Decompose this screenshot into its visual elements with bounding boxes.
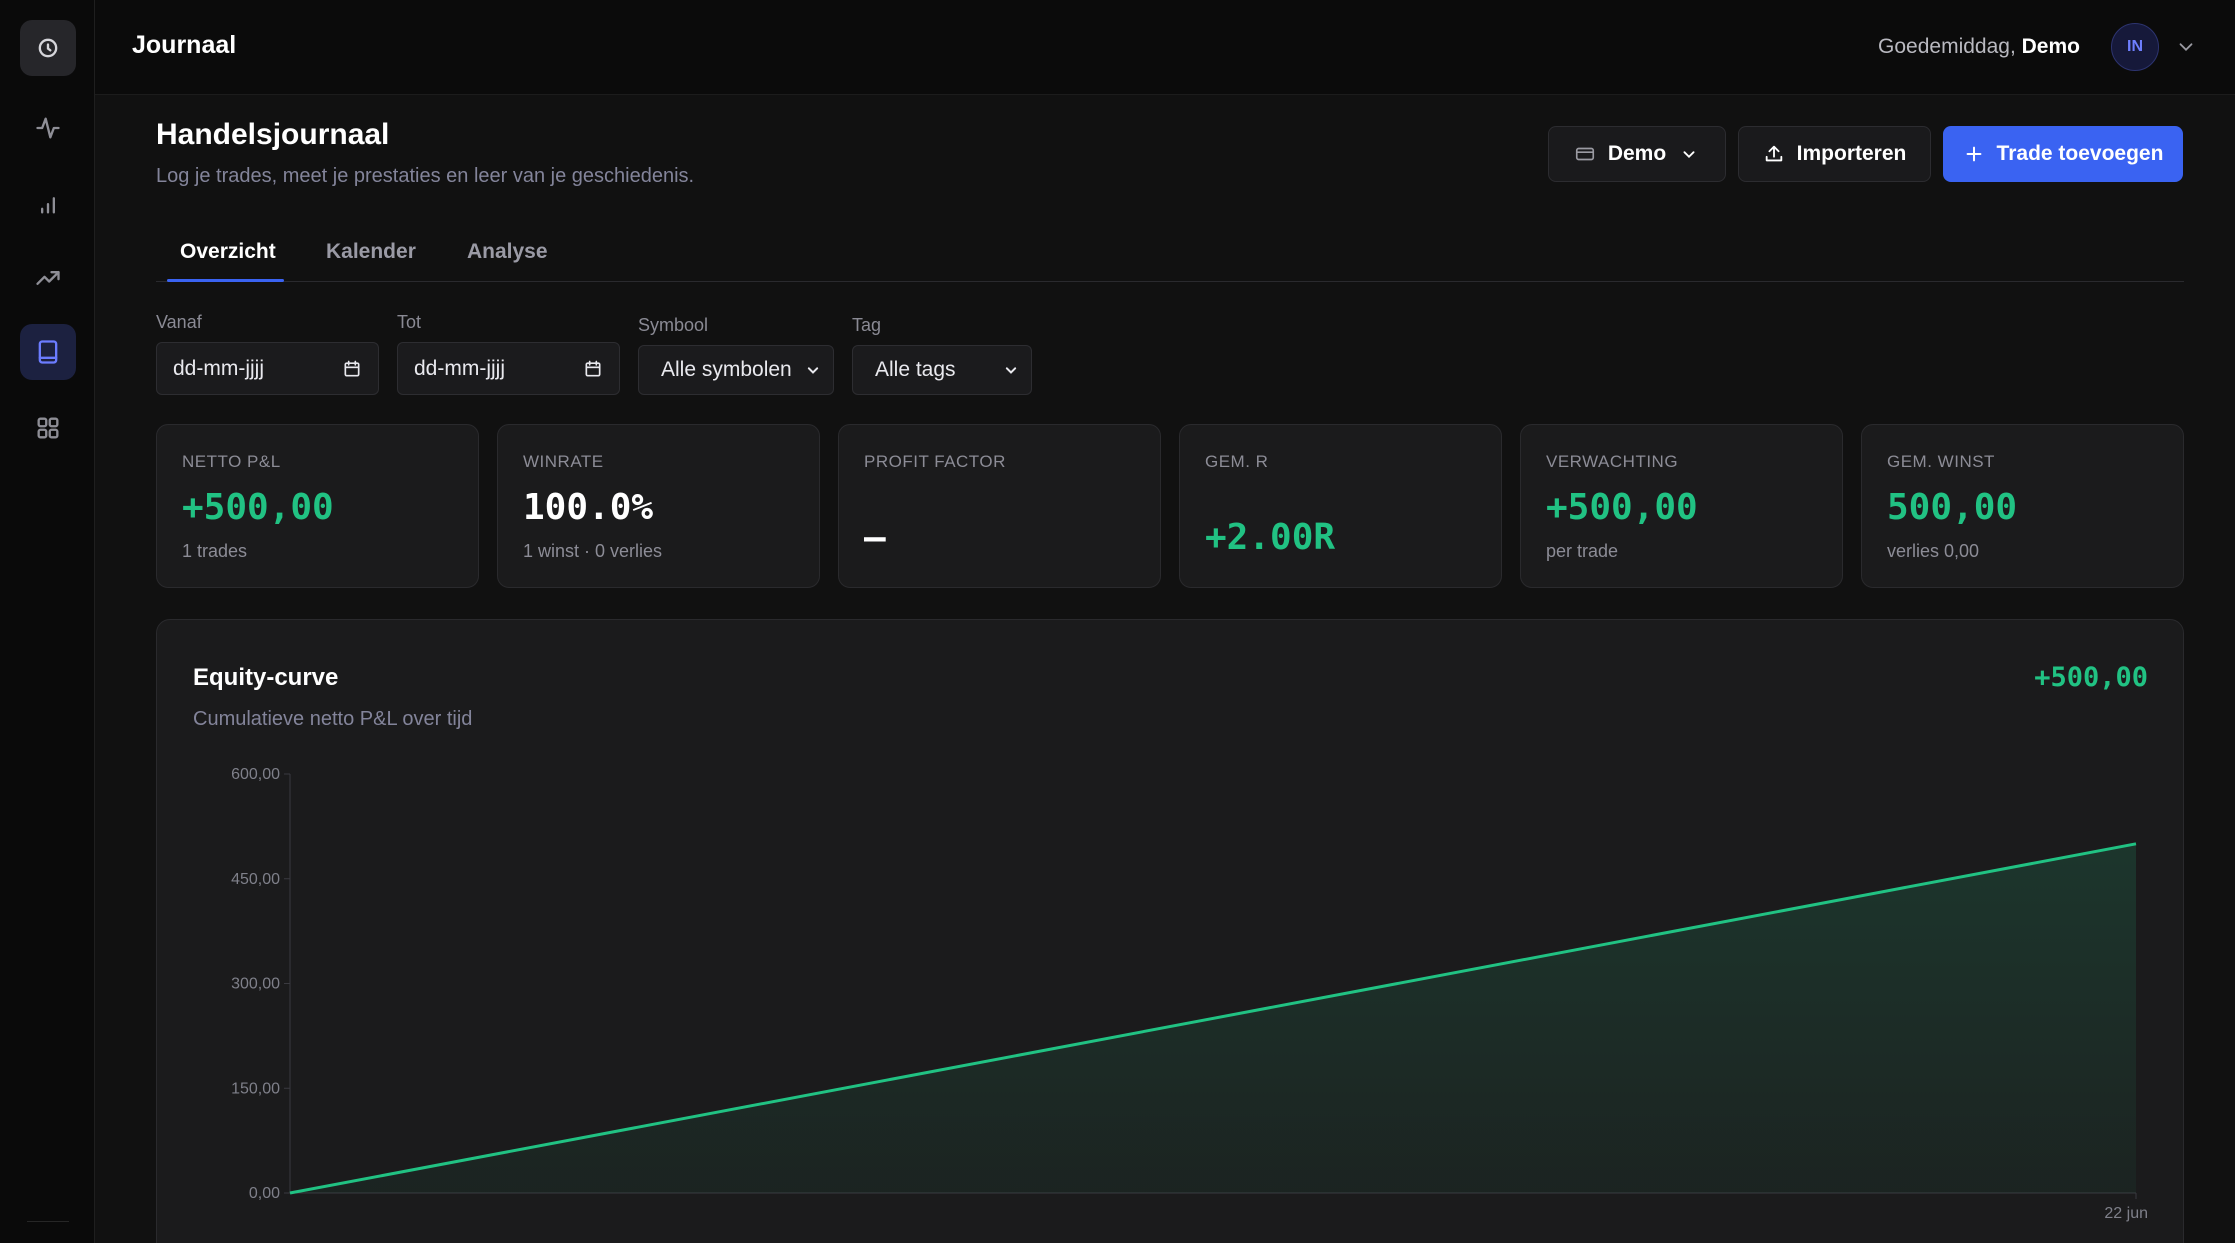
stat-label: WINRATE: [523, 452, 604, 471]
account-label: Demo: [1607, 142, 1667, 165]
y-tick-label: 0,00: [249, 1185, 280, 1202]
chart-total: +500,00: [2034, 662, 2148, 693]
stat-card-profit-factor: PROFIT FACTOR —: [838, 424, 1161, 588]
activity-icon[interactable]: [20, 100, 76, 156]
clock-icon[interactable]: [20, 20, 76, 76]
user-name: Demo: [2021, 35, 2080, 58]
stat-card-expectancy: VERWACHTING +500,00 per trade: [1520, 424, 1843, 588]
grid-icon[interactable]: [20, 400, 76, 456]
stat-value: 100.0%: [523, 487, 654, 528]
calendar-icon[interactable]: [342, 359, 362, 379]
import-label: Importeren: [1796, 142, 1907, 165]
stat-sub: 1 winst · 0 verlies: [523, 541, 663, 561]
filter-tag-label: Tag: [852, 315, 882, 335]
stat-value: +500,00: [1546, 487, 1698, 528]
avatar[interactable]: IN: [2111, 23, 2159, 71]
stat-sub: per trade: [1546, 541, 1619, 561]
add-trade-label: Trade toevoegen: [1996, 142, 2164, 165]
stat-card-avg-win: GEM. WINST 500,00 verlies 0,00: [1861, 424, 2184, 588]
stat-card-net-pnl: NETTO P&L +500,00 1 trades: [156, 424, 479, 588]
stat-label: GEM. R: [1205, 452, 1269, 471]
stat-value: —: [864, 517, 886, 558]
equity-curve-card: 0,00 150,00 300,00 450,00 600,00 22 jun Equit…: [156, 619, 2184, 1243]
chevron-down-icon: [1683, 151, 1695, 159]
greeting: Goedemiddag, Demo: [1878, 35, 2080, 59]
chart-title: Equity-curve: [193, 664, 339, 691]
stat-sub: verlies 0,00: [1887, 541, 1980, 561]
stat-label: PROFIT FACTOR: [864, 452, 1006, 471]
calendar-icon[interactable]: [583, 359, 603, 379]
filter-from-label: Vanaf: [156, 312, 202, 332]
add-trade-button[interactable]: Trade toevoegen: [1943, 126, 2183, 182]
y-tick-label: 150,00: [231, 1080, 280, 1097]
stat-card-avg-r: GEM. R +2.00R: [1179, 424, 1502, 588]
tab-overzicht[interactable]: Overzicht: [180, 240, 276, 264]
y-tick-label: 600,00: [231, 766, 280, 783]
tag-select-value: Alle tags: [875, 358, 956, 381]
tab-kalender[interactable]: Kalender: [326, 240, 416, 264]
active-tab-indicator: [167, 279, 284, 282]
stat-label: VERWACHTING: [1546, 452, 1679, 471]
chevron-down-icon: [1005, 367, 1017, 374]
tag-select[interactable]: Alle tags: [852, 345, 1032, 395]
plus-icon: [1966, 146, 1981, 162]
date-to-value: dd-mm-jjjj: [414, 356, 505, 380]
sidebar: [0, 0, 95, 1243]
wallet-icon: [1575, 147, 1594, 161]
date-to-input[interactable]: dd-mm-jjjj: [397, 342, 620, 395]
x-tick-label: 22 jun: [2104, 1205, 2148, 1222]
account-select-button[interactable]: Demo: [1548, 126, 1726, 182]
stat-value: +500,00: [182, 487, 334, 528]
filter-to-label: Tot: [397, 312, 422, 332]
y-tick-label: 300,00: [231, 976, 280, 993]
chevron-down-icon: [807, 367, 819, 374]
page-title: Handelsjournaal: [156, 118, 390, 151]
symbol-select[interactable]: Alle symbolen: [638, 345, 834, 395]
import-button[interactable]: Importeren: [1738, 126, 1931, 182]
app-title: Journaal: [132, 31, 237, 59]
stat-value: +2.00R: [1205, 517, 1336, 558]
stat-sub: 1 trades: [182, 541, 248, 561]
bar-chart-icon[interactable]: [20, 175, 76, 231]
sidebar-divider: [27, 1221, 69, 1222]
stat-card-winrate: WINRATE 100.0% 1 winst · 0 verlies: [497, 424, 820, 588]
symbol-select-value: Alle symbolen: [661, 358, 792, 381]
filter-symbol-label: Symbool: [638, 315, 709, 335]
upload-icon: [1765, 145, 1782, 162]
top-bar: Journaal Goedemiddag, Demo IN: [95, 0, 2235, 95]
trending-up-icon[interactable]: [20, 250, 76, 306]
page-subtitle: Log je trades, meet je prestaties en lee…: [156, 165, 695, 187]
greeting-prefix: Goedemiddag,: [1878, 35, 2016, 58]
date-from-value: dd-mm-jjjj: [173, 356, 264, 380]
y-tick-label: 450,00: [231, 871, 280, 888]
tab-bar: Overzicht Kalender Analyse: [156, 232, 2184, 282]
date-from-input[interactable]: dd-mm-jjjj: [156, 342, 379, 395]
chevron-down-icon[interactable]: [2175, 36, 2197, 58]
stat-label: NETTO P&L: [182, 452, 281, 471]
chart-subtitle: Cumulatieve netto P&L over tijd: [193, 708, 473, 730]
stat-label: GEM. WINST: [1887, 452, 1995, 471]
tab-analyse[interactable]: Analyse: [467, 240, 548, 264]
stat-value: 500,00: [1887, 487, 2018, 528]
book-icon[interactable]: [20, 324, 76, 380]
